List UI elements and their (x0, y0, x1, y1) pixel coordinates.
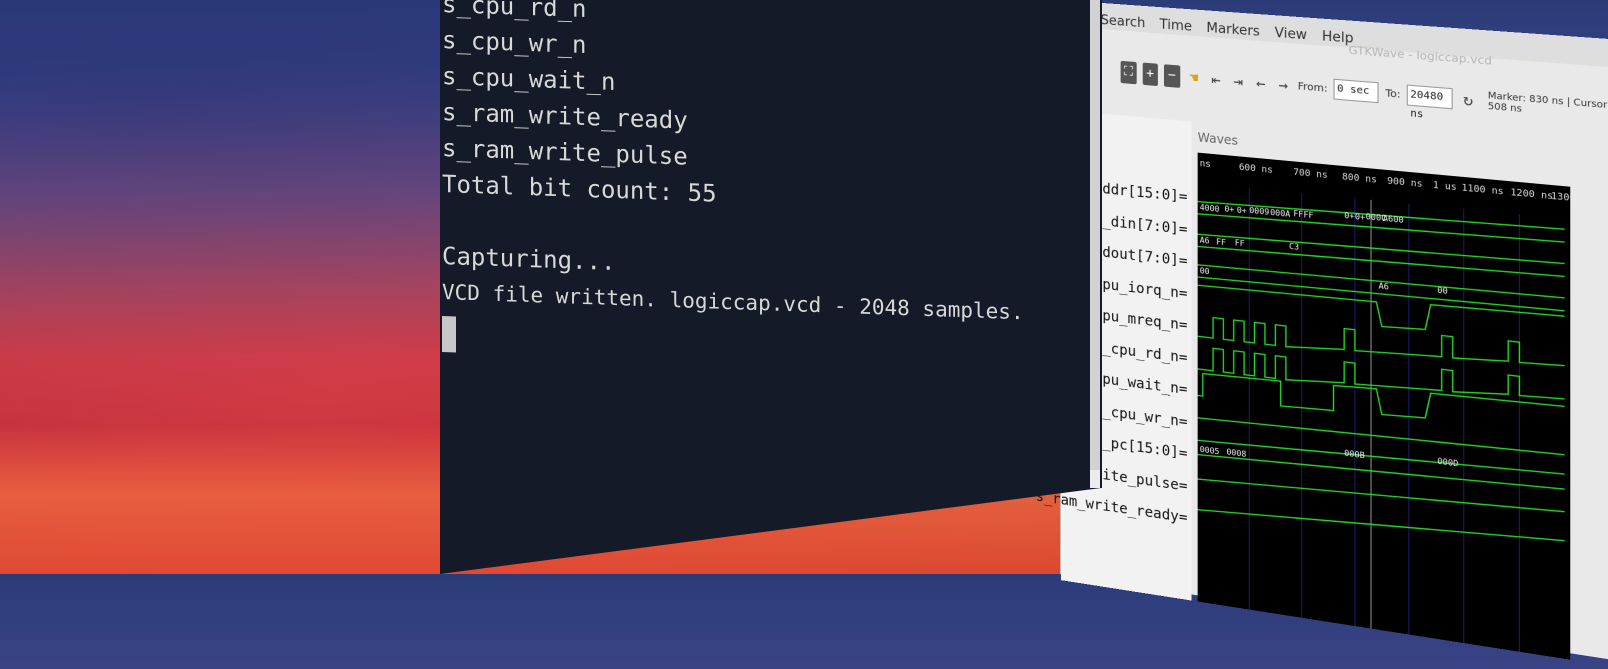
next-edge-icon[interactable]: → (1275, 73, 1291, 97)
menu-markers[interactable]: Markers (1206, 21, 1260, 48)
zoom-end-icon[interactable]: ⇥ (1230, 69, 1246, 93)
prev-edge-icon[interactable]: ← (1253, 71, 1269, 95)
menu-time[interactable]: Time (1160, 17, 1192, 42)
terminal-scroll-thumb[interactable] (1090, 0, 1100, 470)
waveform-traces: 4000 0+ 0+ 0009 000A FFFF 0+ 0+ 000C A60… (1198, 153, 1571, 660)
grid-lines (1249, 188, 1519, 652)
reload-icon[interactable]: ↻ (1460, 88, 1477, 113)
menu-view[interactable]: View (1275, 26, 1307, 51)
bus-value: FF (1216, 237, 1226, 247)
terminal-window[interactable]: s_cpu_rd_n s_cpu_wr_n s_cpu_wait_n s_ram… (440, 0, 1102, 574)
menu-help[interactable]: Help (1322, 29, 1354, 54)
trace-rd (1198, 338, 1565, 414)
bus-value: A6 (1379, 281, 1390, 292)
gtkwave-window[interactable]: GTKWave - logiccap.vcd Search Time Marke… (1036, 0, 1608, 662)
waves-label: Waves (1197, 130, 1239, 149)
bus-value: 0+ (1237, 205, 1247, 215)
trace-write-ready (1198, 489, 1565, 562)
bus-value: A6 (1200, 235, 1210, 245)
marker-cursor-info: Marker: 830 ns | Cursor: 508 ns (1487, 90, 1608, 116)
bus-value: A600 (1383, 214, 1404, 226)
bus-value: 00 (1200, 266, 1210, 276)
menu-search[interactable]: Search (1101, 13, 1146, 39)
bus-value: 0+ (1224, 204, 1234, 214)
terminal-output: s_cpu_rd_n s_cpu_wr_n s_cpu_wait_n s_ram… (442, 0, 1024, 372)
trace-wait (1198, 362, 1565, 442)
bus-value: 000B (1344, 448, 1365, 460)
bus-value: 4000 (1200, 203, 1220, 214)
trace-din (1198, 226, 1565, 285)
from-label: From: (1297, 80, 1328, 95)
bus-value: 0+ (1355, 212, 1366, 222)
to-input[interactable]: 20480 ns (1407, 84, 1453, 121)
from-input[interactable]: 0 sec (1333, 78, 1379, 104)
trace-mreq (1198, 306, 1565, 380)
zoom-out-icon[interactable]: − (1164, 64, 1180, 88)
gtkwave-toolbar: ⛶ + − ☚ ⇤ ⇥ ← → From: 0 sec To: 20480 ns… (1120, 60, 1608, 125)
bus-value: 0009 (1249, 206, 1269, 217)
zoom-fit-icon[interactable]: ⛶ (1120, 60, 1137, 85)
trace-pc (1198, 426, 1565, 504)
bus-value: 000D (1437, 456, 1458, 468)
undo-zoom-icon[interactable]: ☚ (1186, 66, 1202, 90)
bus-value: 000A (1270, 208, 1290, 219)
bus-value: FF (1235, 238, 1245, 248)
zoom-start-icon[interactable]: ⇤ (1208, 68, 1224, 92)
bus-value: 00 (1437, 285, 1448, 296)
terminal-cursor (442, 316, 456, 353)
bus-value: C3 (1289, 242, 1299, 252)
to-label: To: (1385, 87, 1401, 101)
bus-value: 0+ (1344, 211, 1355, 221)
bus-value: FFFF (1293, 209, 1314, 220)
zoom-in-icon[interactable]: + (1142, 62, 1158, 87)
waves-pane[interactable]: ns 600 ns 700 ns 800 ns 900 ns 1 us 1100… (1197, 152, 1571, 660)
